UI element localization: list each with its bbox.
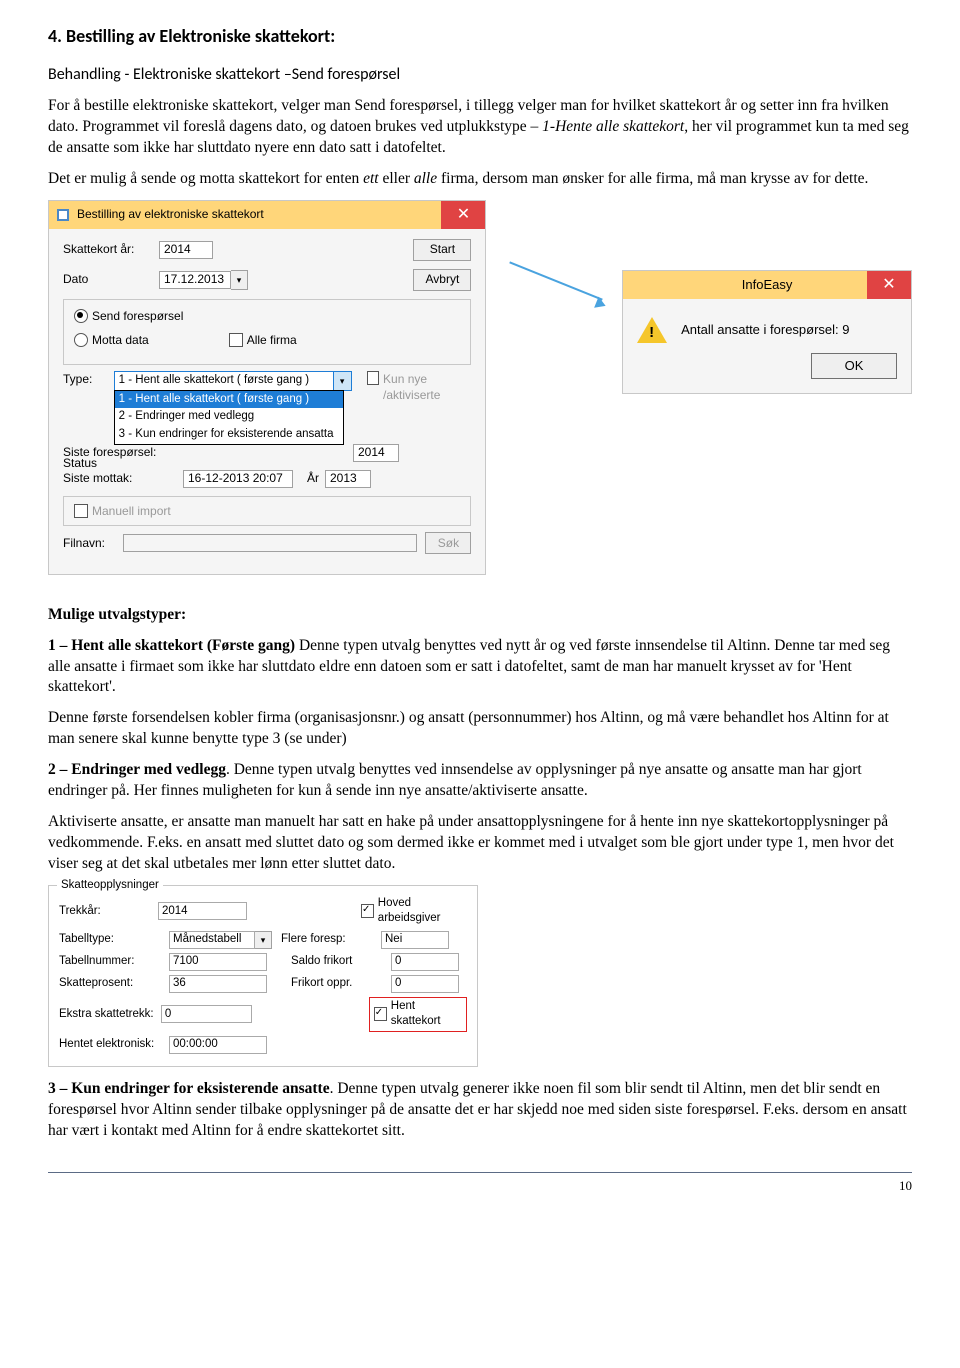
date-dropdown-arrow[interactable]: ▾ (231, 270, 248, 290)
field-ekstra[interactable]: 0 (161, 1005, 252, 1023)
avbryt-button[interactable]: Avbryt (413, 269, 471, 291)
label-send: Send forespørsel (92, 308, 183, 324)
chevron-down-icon[interactable]: ▾ (334, 371, 352, 391)
sok-button: Søk (425, 532, 471, 554)
close-icon: ✕ (457, 204, 470, 226)
ok-button[interactable]: OK (811, 353, 897, 379)
opt3-label: 3 – Kun endringer for eksisterende ansat… (48, 1080, 330, 1097)
panel-legend: Skatteopplysninger (57, 878, 163, 894)
page-number: 10 (48, 1173, 912, 1195)
label-flere: Flere foresp: (281, 932, 381, 948)
label-date: Dato (63, 271, 159, 287)
opt1-paragraph2: Denne første forsendelsen kobler firma (… (48, 708, 912, 750)
opt2-paragraph: 2 – Endringer med vedlegg. Denne typen u… (48, 760, 912, 802)
app-icon (55, 207, 71, 223)
chk-hent-skattekort[interactable] (374, 1007, 387, 1021)
label-skatteprosent: Skatteprosent: (59, 976, 169, 992)
label-tabelltype: Tabelltype: (59, 932, 169, 948)
dialog-titlebar: Bestilling av elektroniske skattekort ✕ (49, 201, 485, 229)
paragraph-1: For å bestille elektroniske skattekort, … (48, 96, 912, 159)
dialog2-title: InfoEasy (742, 276, 793, 294)
field-skatteprosent[interactable]: 36 (169, 975, 267, 993)
radio-motta[interactable] (74, 333, 88, 347)
section-subtitle: Behandling - Elektroniske skattekort –Se… (48, 64, 912, 86)
chk-hent-skattekort-wrap: Hent skattekort (369, 997, 467, 1032)
dd-item-3[interactable]: 3 - Kun endringer for eksisterende ansat… (115, 426, 343, 444)
dd-item-1[interactable]: 1 - Hent alle skattekort ( første gang ) (115, 391, 343, 409)
dd-item-2[interactable]: 2 - Endringer med vedlegg (115, 408, 343, 426)
field-saldo[interactable]: 0 (391, 953, 459, 971)
radio-send[interactable] (74, 309, 88, 323)
opt3-paragraph: 3 – Kun endringer for eksisterende ansat… (48, 1079, 912, 1142)
label-frikort-oppr: Frikort oppr. (291, 976, 391, 992)
label-motta: Motta data (92, 332, 149, 348)
label-year: Skattekort år: (63, 241, 159, 257)
label-siste-f: Siste forespørsel: (63, 444, 183, 460)
chevron-down-icon[interactable]: ▾ (255, 931, 272, 949)
field-hentet[interactable]: 00:00:00 (169, 1036, 267, 1054)
dialog2-message: Antall ansatte i forespørsel: 9 (681, 321, 849, 339)
opt1-label: 1 – Hent alle skattekort (Første gang) (48, 637, 295, 654)
type-dropdown[interactable]: 1 - Hent alle skattekort ( første gang )… (114, 371, 352, 391)
opt2-label: 2 – Endringer med vedlegg (48, 761, 226, 778)
chk-manuell (74, 504, 88, 518)
close-button[interactable]: ✕ (441, 201, 485, 229)
close-icon: ✕ (882, 274, 895, 296)
label-hent: Hent skattekort (391, 999, 462, 1030)
mulige-heading: Mulige utvalgstyper: (48, 605, 912, 626)
input-year3[interactable]: 2013 (325, 470, 371, 488)
panel-skatteopplysninger: Skatteopplysninger Trekkår: 2014 Hoved a… (48, 885, 478, 1067)
dialog2-titlebar: InfoEasy ✕ (623, 271, 911, 299)
label-ar: År (293, 470, 325, 486)
dialog-bestilling: Bestilling av elektroniske skattekort ✕ … (48, 200, 486, 575)
field-tabelltype[interactable]: Månedstabell (169, 931, 255, 949)
field-trekkaar[interactable]: 2014 (158, 902, 247, 920)
label-saldo: Saldo frikort (291, 954, 391, 970)
text: eller (379, 170, 414, 187)
dd-list: 1 - Hent alle skattekort ( første gang )… (114, 390, 344, 445)
paragraph-2: Det er mulig å sende og motta skattekort… (48, 169, 912, 190)
warning-icon (637, 317, 667, 343)
text: firma, dersom man ønsker for alle firma,… (437, 170, 868, 187)
field-tabellnummer[interactable]: 7100 (169, 953, 267, 971)
dialog-infoeasy: InfoEasy ✕ Antall ansatte i forespørsel:… (622, 270, 912, 394)
label-type: Type: (63, 371, 114, 387)
chk-kun-nye (367, 371, 379, 385)
text-italic: ett (363, 170, 379, 187)
close-button[interactable]: ✕ (867, 271, 911, 299)
group-radio: Send forespørsel Motta data Alle firma (63, 299, 471, 365)
label-filnavn: Filnavn: (63, 535, 123, 551)
text: Det er mulig å sende og motta skattekort… (48, 170, 363, 187)
input-date[interactable]: 17.12.2013 (159, 271, 231, 289)
label-trekkaar: Trekkår: (59, 904, 158, 920)
input-filnavn (123, 534, 417, 552)
section-heading: 4. Bestilling av Elektroniske skattekort… (48, 24, 912, 48)
field-frikort-oppr[interactable]: 0 (391, 975, 459, 993)
label-hoved: Hoved arbeidsgiver (378, 896, 467, 927)
opt1-paragraph: 1 – Hent alle skattekort (Første gang) D… (48, 636, 912, 699)
text-italic: alle (414, 170, 437, 187)
text-italic: 1-Hente alle skattekort (542, 118, 684, 135)
dd-selected[interactable]: 1 - Hent alle skattekort ( første gang ) (114, 371, 334, 391)
label-siste-m: Siste mottak: (63, 470, 183, 486)
label-hentet: Hentet elektronisk: (59, 1037, 169, 1053)
chk-hoved[interactable] (361, 904, 374, 918)
chk-alle-firma[interactable] (229, 333, 243, 347)
start-button[interactable]: Start (413, 239, 471, 261)
label-manuell: Manuell import (92, 504, 171, 518)
label-ekstra: Ekstra skattetrekk: (59, 1007, 161, 1023)
input-year2[interactable]: 2014 (353, 444, 399, 462)
input-siste-m[interactable]: 16-12-2013 20:07 (183, 470, 293, 488)
label-tabellnummer: Tabellnummer: (59, 954, 169, 970)
label-kun-nye: Kun nye /aktiviserte (383, 371, 471, 403)
label-alle-firma: Alle firma (247, 332, 297, 348)
input-year[interactable]: 2014 (159, 241, 213, 259)
field-flere[interactable]: Nei (381, 931, 449, 949)
opt2-paragraph2: Aktiviserte ansatte, er ansatte man manu… (48, 812, 912, 875)
dialog-title: Bestilling av elektroniske skattekort (77, 206, 264, 222)
